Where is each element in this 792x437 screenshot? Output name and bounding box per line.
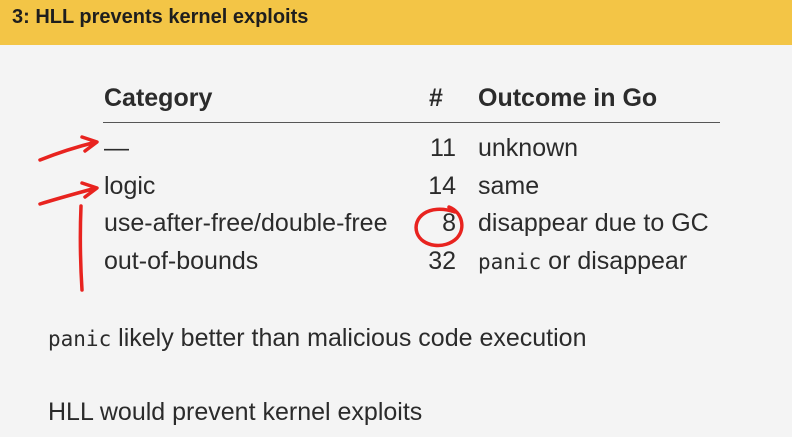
body-line-panic-text: likely better than malicious code execut… [111,324,587,352]
row-1-category: — [104,134,129,162]
row-1-count: 11 [430,134,456,162]
body-line-panic: panic likely better than malicious code … [48,324,586,353]
row-4-outcome-code: panic [478,250,542,274]
row-2-outcome: same [478,172,540,200]
title-bar: 3: HLL prevents kernel exploits [0,0,792,45]
row-4-outcome: panic or disappear [478,247,687,276]
row-4-category: out-of-bounds [104,247,259,275]
ink-vertical-stroke [78,204,84,292]
row-2-count: 14 [428,172,456,200]
ink-arrow-top [38,135,99,162]
body-line-hll: HLL would prevent kernel exploits [48,398,423,426]
row-3-category: use-after-free/double-free [104,209,388,237]
slide-title: 3: HLL prevents kernel exploits [12,6,309,28]
row-4-count: 32 [428,247,456,275]
ink-arrow-middle [38,181,99,206]
header-rule [103,122,720,123]
row-2-category: logic [104,172,156,200]
header-count: # [429,84,443,112]
row-3-outcome: disappear due to GC [478,209,709,237]
row-4-outcome-text: or disappear [541,247,688,275]
row-1-outcome: unknown [478,134,579,162]
row-3-count: 8 [442,209,456,237]
header-category: Category [104,84,213,112]
panic-code: panic [48,327,112,351]
header-outcome: Outcome in Go [478,84,658,112]
